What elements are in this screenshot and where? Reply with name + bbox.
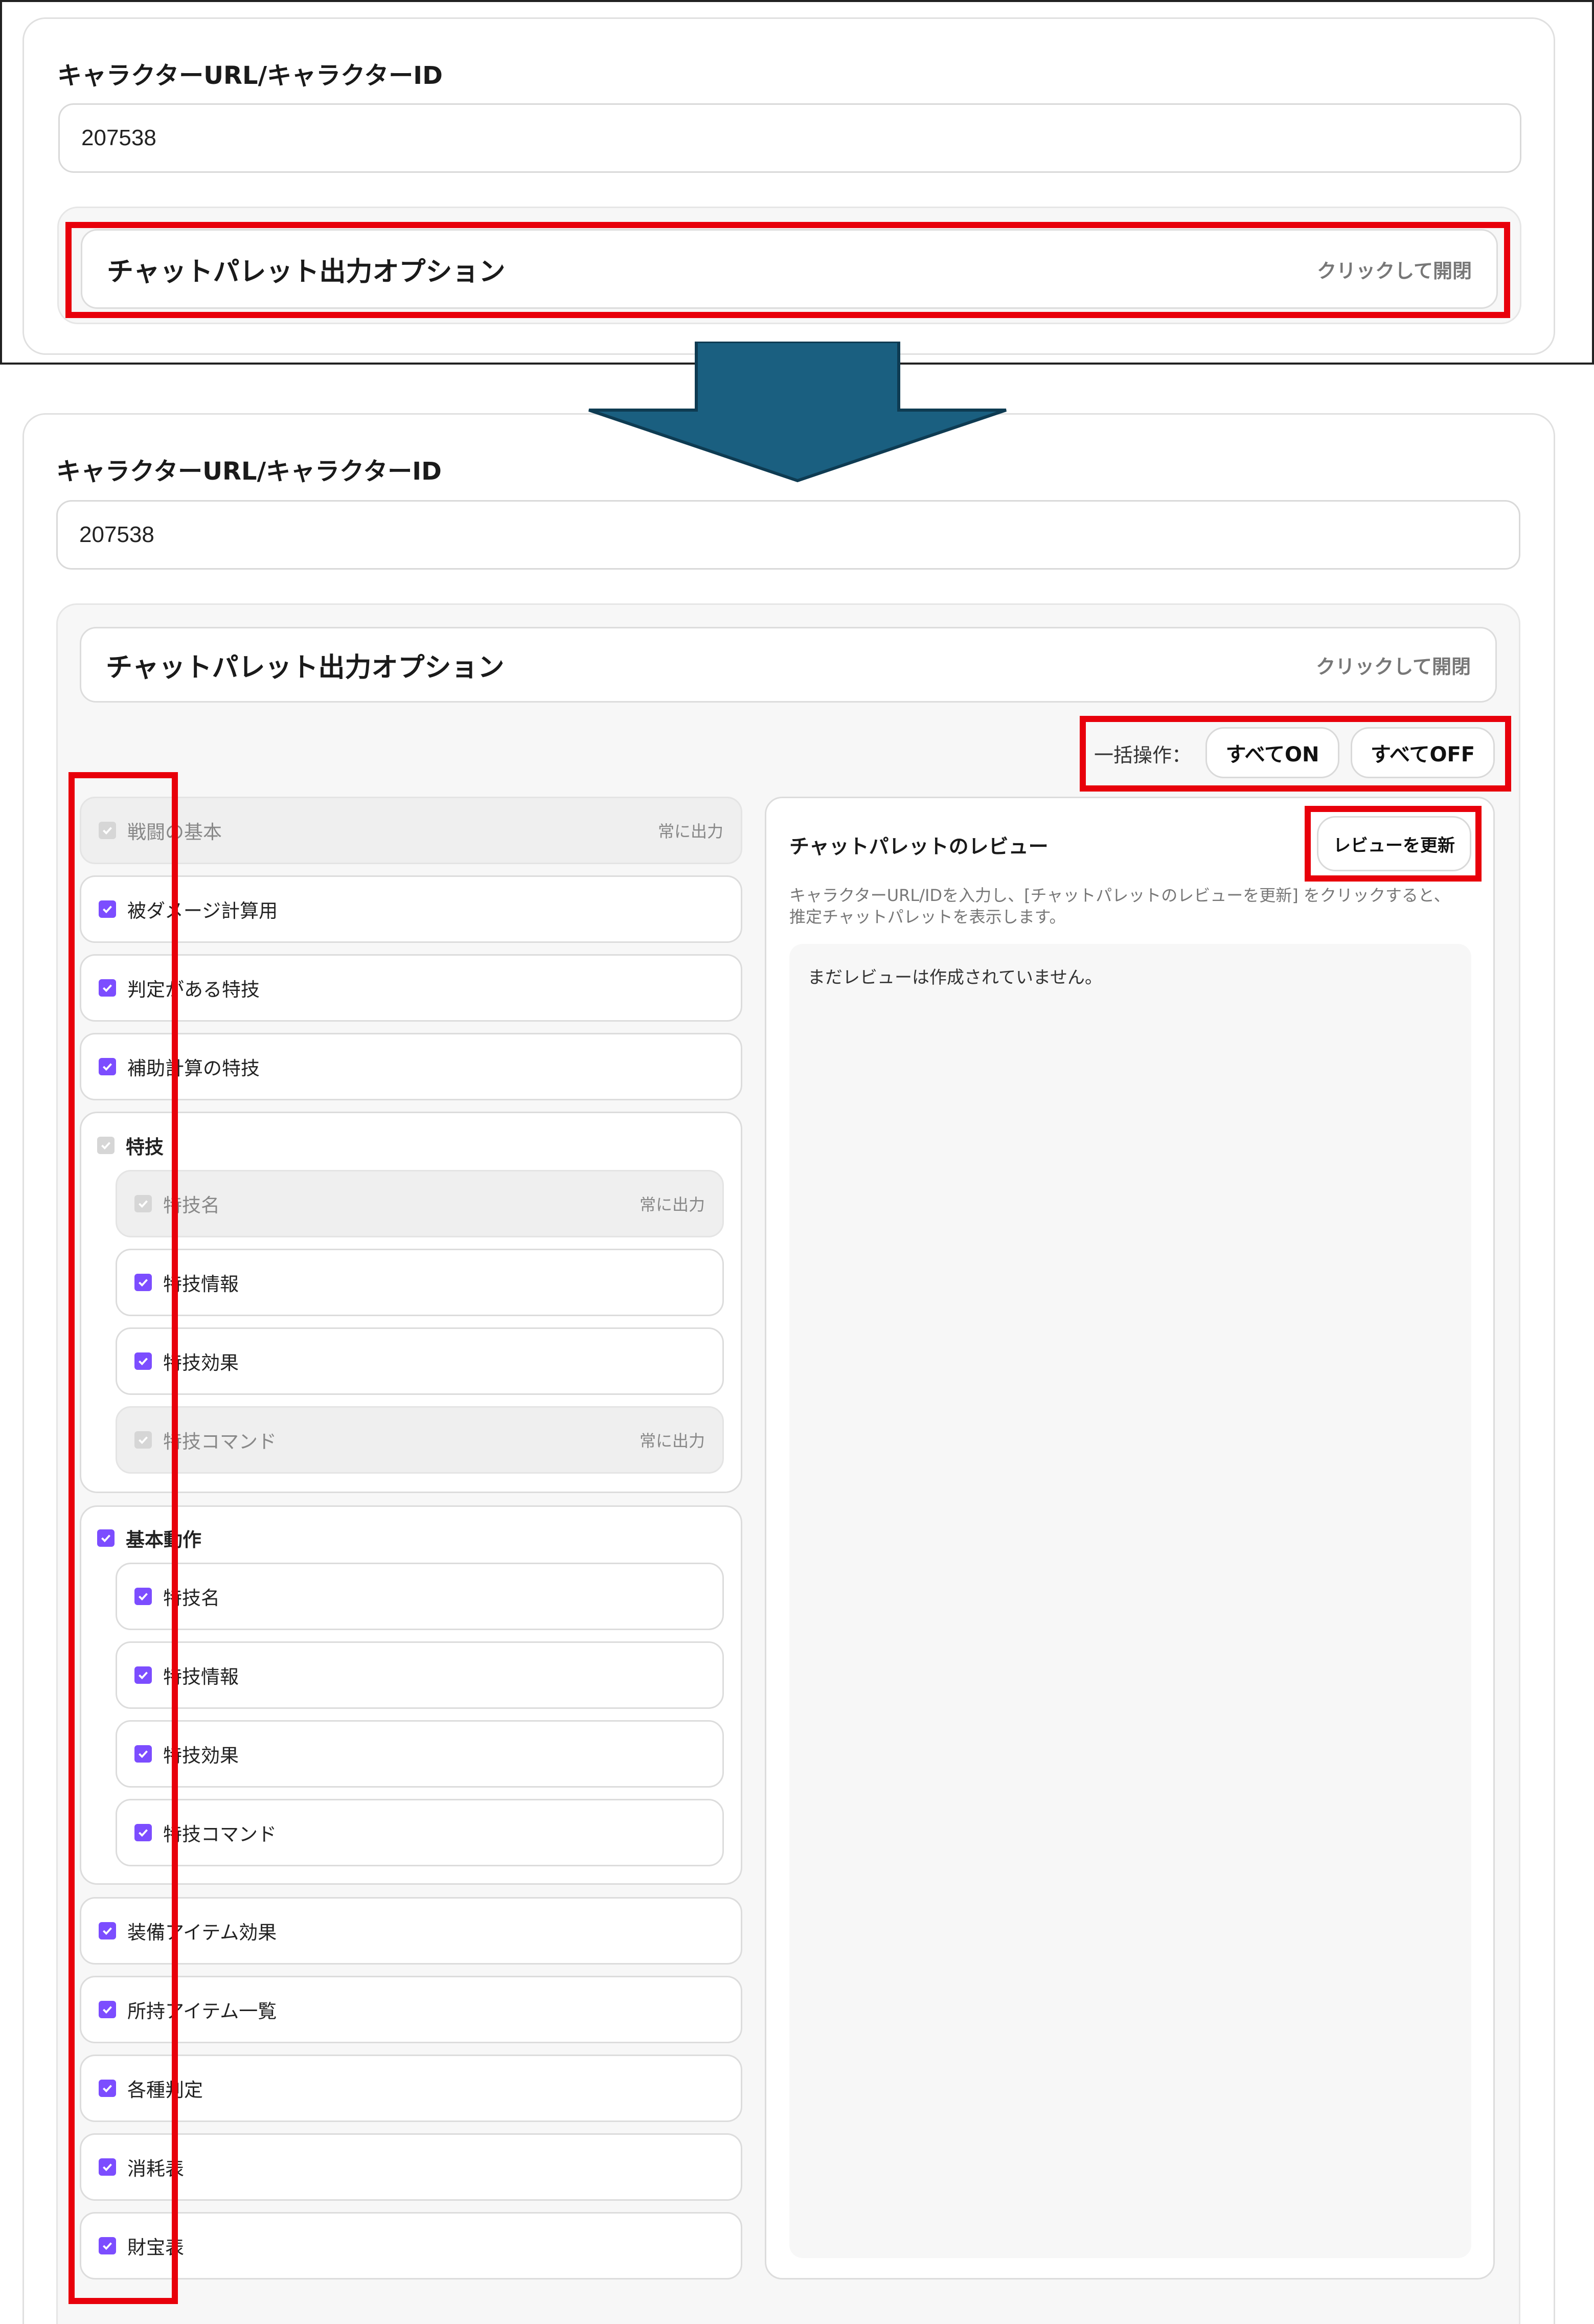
option-aux-calc-skill[interactable]: 補助計算の特技 [80,1033,742,1100]
review-description: キャラクターURL/IDを入力し、[チャットパレットのレビューを更新] をクリッ… [789,885,1485,928]
review-desc-line2: 推定チャットパレットを表示します。 [789,907,1066,927]
review-output-area: まだレビューは作成されていません。 [789,944,1471,2258]
option-treasure-table[interactable]: 財宝表 [80,2212,742,2280]
always-output-badge: 常に出力 [639,1195,705,1214]
always-output-badge: 常に出力 [657,822,723,841]
option-equipment-effect[interactable]: 装備アイテム効果 [80,1897,742,1965]
skill-effect-option[interactable]: 特技効果 [116,1327,724,1395]
bulk-highlight-box [1080,716,1511,792]
option-various-checks[interactable]: 各種判定 [80,2055,742,2122]
option-label: 特技コマンド [163,1823,277,1845]
checkbox-column-highlight [69,772,178,2304]
refresh-highlight-box [1305,806,1482,882]
bottom-options-title: チャットパレット出力オプション [106,652,505,683]
bottom-field-label: キャラクターURL/キャラクターID [56,457,442,486]
top-url-input[interactable]: 207538 [58,103,1521,173]
basic-skill-command-option[interactable]: 特技コマンド [116,1799,724,1866]
down-arrow-icon [588,342,1007,483]
bottom-url-input[interactable]: 207538 [56,500,1520,570]
review-desc-line1: キャラクターURL/IDを入力し、[チャットパレットのレビューを更新] をクリッ… [789,886,1450,905]
option-item-list[interactable]: 所持アイテム一覧 [80,1976,742,2043]
basic-skill-effect-option[interactable]: 特技効果 [116,1720,724,1788]
option-consumption-table[interactable]: 消耗表 [80,2133,742,2201]
skill-command-option: 特技コマンド 常に出力 [116,1406,724,1474]
skill-name-option: 特技名 常に出力 [116,1170,724,1237]
review-title: チャットパレットのレビュー [789,836,1049,859]
option-label: 特技コマンド [163,1431,277,1453]
basic-skill-info-option[interactable]: 特技情報 [116,1641,724,1709]
basic-skill-name-option[interactable]: 特技名 [116,1563,724,1630]
top-field-label: キャラクターURL/キャラクターID [57,61,443,90]
option-damage-calc[interactable]: 被ダメージ計算用 [80,875,742,943]
option-skill-with-check[interactable]: 判定がある特技 [80,954,742,1022]
skill-info-option[interactable]: 特技情報 [116,1249,724,1316]
bottom-options-toggle[interactable]: チャットパレット出力オプション クリックして開閉 [80,627,1497,703]
review-empty-message: まだレビューは作成されていません。 [808,967,1102,988]
option-battle-basics: 戦闘の基本 常に出力 [80,797,742,864]
bottom-options-hint: クリックして開閉 [1316,655,1471,678]
top-highlight-box [65,222,1510,318]
always-output-badge: 常に出力 [639,1431,705,1451]
